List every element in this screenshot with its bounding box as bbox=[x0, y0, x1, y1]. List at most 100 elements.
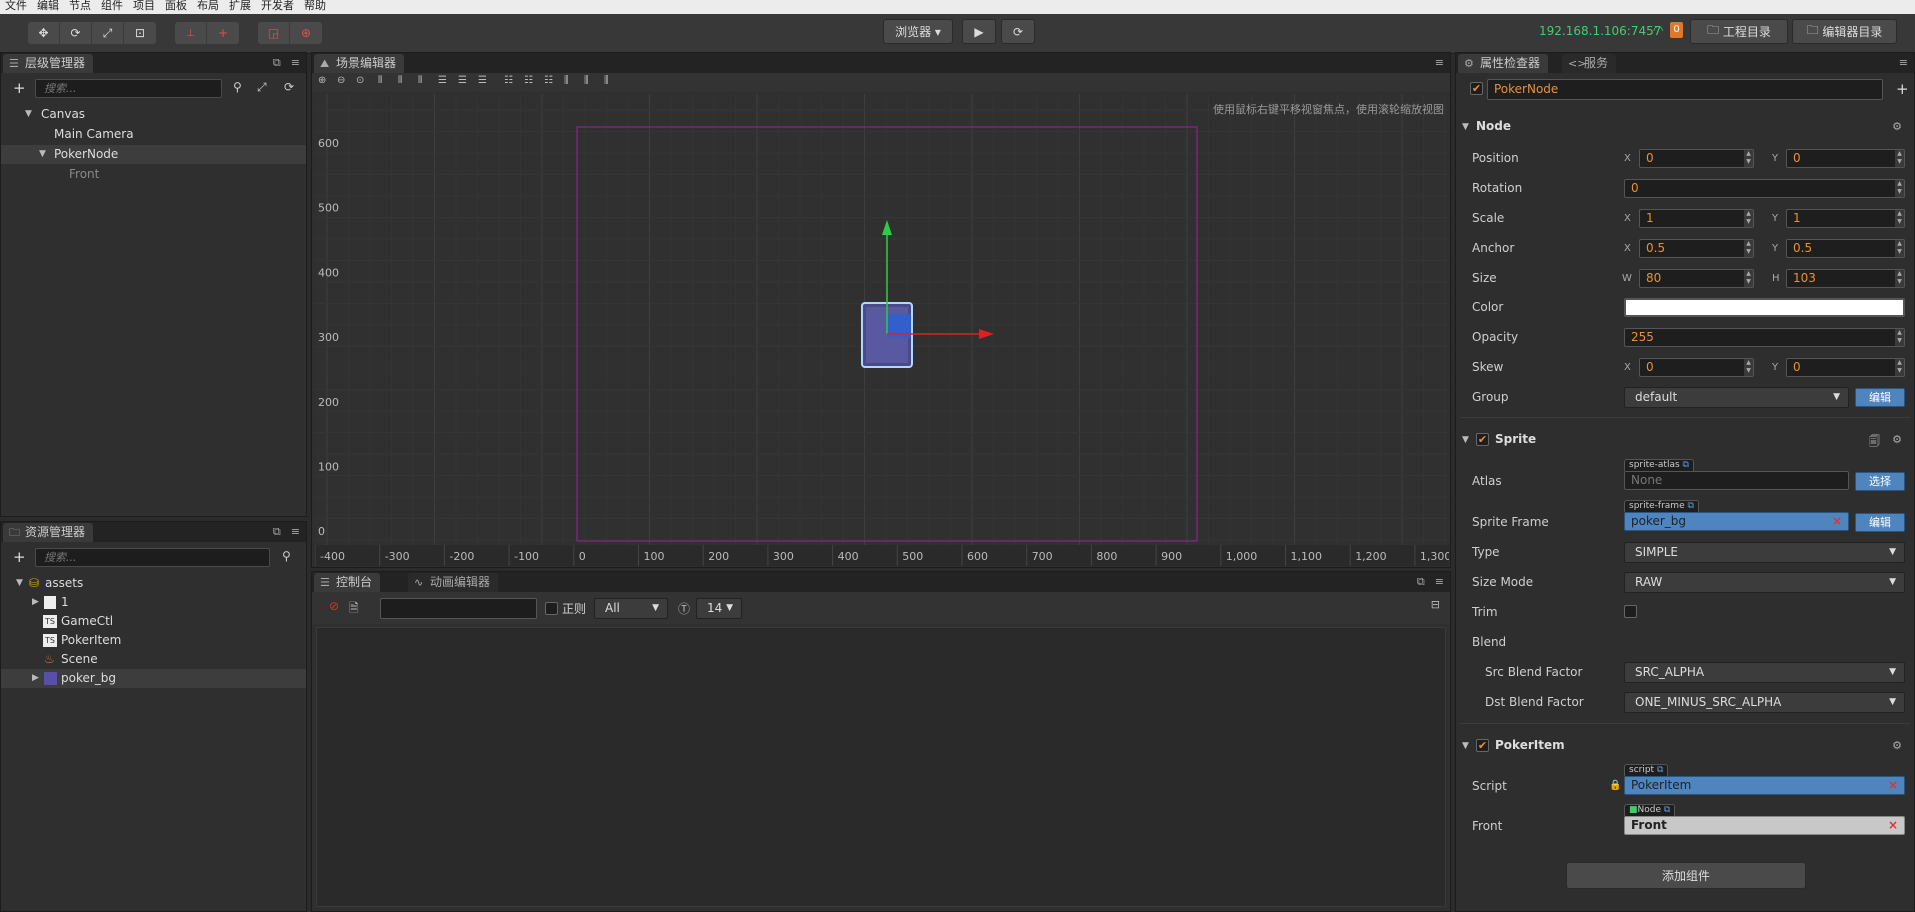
scene-viewport[interactable]: -400 -300 -200 -100 0 100 200 300 400 500 600 700 80… bbox=[315, 94, 1449, 566]
tree-node-pokernode[interactable]: ▼ PokerNode bbox=[1, 145, 306, 164]
rotate-tool-icon[interactable]: ⟳ bbox=[60, 22, 92, 44]
menu-item-9[interactable]: 帮助 bbox=[299, 0, 331, 14]
sprite-frame-edit-button[interactable]: 编辑 bbox=[1855, 513, 1905, 532]
tab-scene[interactable]: ⛰ 场景编辑器 bbox=[314, 54, 405, 73]
search-icon[interactable]: ⚲ bbox=[233, 80, 242, 94]
section-collapse-icon[interactable]: ▼ bbox=[1462, 435, 1469, 445]
tab-console[interactable]: ☰ 控制台 bbox=[314, 573, 381, 592]
align-left-icon[interactable]: ⫴ bbox=[378, 75, 382, 86]
add-component-button[interactable]: 添加组件 bbox=[1566, 862, 1806, 889]
distribute-left-icon[interactable]: ⫼ bbox=[564, 75, 569, 86]
asset-item-poker-bg[interactable]: ▶ poker_bg bbox=[1, 669, 306, 688]
add-node-button[interactable]: + bbox=[13, 79, 26, 97]
align-right-icon[interactable]: ⫴ bbox=[418, 75, 422, 86]
asset-item-1[interactable]: ▶ 1 bbox=[1, 593, 306, 612]
menu-item-8[interactable]: 开发者 bbox=[256, 0, 299, 14]
assets-search-input[interactable]: 搜索... bbox=[35, 548, 270, 567]
regex-checkbox[interactable] bbox=[545, 601, 558, 615]
doc-icon[interactable]: 🗐 bbox=[1869, 433, 1880, 452]
type-select[interactable]: SIMPLE ▼ bbox=[1624, 542, 1905, 563]
script-input[interactable]: PokerItem × bbox=[1624, 776, 1905, 795]
group-select[interactable]: default ▼ bbox=[1624, 387, 1849, 408]
zoom-in-icon[interactable]: ⊕ bbox=[318, 75, 326, 86]
size-mode-select[interactable]: RAW ▼ bbox=[1624, 572, 1905, 593]
console-filter-input[interactable] bbox=[380, 598, 537, 619]
popout-icon[interactable]: ⧉ bbox=[273, 56, 281, 70]
align-top-icon[interactable]: ☰ bbox=[438, 75, 447, 86]
zoom-reset-icon[interactable]: ⊙ bbox=[356, 75, 364, 86]
menu-icon[interactable]: ≡ bbox=[1899, 56, 1908, 69]
browser-select[interactable]: 浏览器 ▾ bbox=[883, 19, 953, 44]
add-asset-button[interactable]: + bbox=[13, 548, 26, 566]
rotation-input[interactable]: 0 ▲ ▼ bbox=[1624, 179, 1905, 198]
node-name-input[interactable]: PokerNode bbox=[1487, 79, 1883, 100]
popout-icon[interactable]: ⧉ bbox=[1417, 575, 1425, 589]
tab-assets[interactable]: 🗀 资源管理器 bbox=[3, 523, 94, 542]
clear-icon[interactable]: × bbox=[1888, 817, 1898, 834]
menu-item-7[interactable]: 扩展 bbox=[224, 0, 256, 14]
position-x-input[interactable]: 0 ▲ ▼ bbox=[1639, 149, 1754, 168]
font-size-select[interactable]: 14 ▼ bbox=[696, 598, 742, 619]
menu-icon[interactable]: ≡ bbox=[1435, 575, 1444, 589]
search-icon[interactable]: ⚲ bbox=[282, 549, 291, 563]
zoom-out-icon[interactable]: ⊖ bbox=[337, 75, 345, 86]
dst-blend-select[interactable]: ONE_MINUS_SRC_ALPHA ▼ bbox=[1624, 692, 1905, 713]
anchor-x-input[interactable]: 0.5 ▲ ▼ bbox=[1639, 239, 1754, 258]
expand-arrow-icon[interactable]: ▼ bbox=[39, 145, 46, 164]
notification-count[interactable]: 0 bbox=[1670, 22, 1683, 38]
scale-x-input[interactable]: 1 ▲ ▼ bbox=[1639, 209, 1754, 228]
distribute-vcenter-icon[interactable]: ☷ bbox=[524, 75, 533, 86]
popout-icon[interactable]: ⧉ bbox=[273, 525, 281, 539]
collapse-arrow-icon[interactable]: ▶ bbox=[32, 593, 39, 612]
tree-node-canvas[interactable]: ▼ Canvas bbox=[1, 105, 306, 124]
atlas-select-button[interactable]: 选择 bbox=[1855, 472, 1905, 491]
distribute-bottom-icon[interactable]: ☷ bbox=[544, 75, 553, 86]
expand-arrow-icon[interactable]: ▼ bbox=[25, 105, 32, 124]
skew-x-input[interactable]: 0 ▲ ▼ bbox=[1639, 358, 1754, 377]
collapse-arrow-icon[interactable]: ▶ bbox=[32, 669, 39, 688]
expand-icon[interactable]: ⤢ bbox=[257, 80, 267, 95]
front-input[interactable]: Front × bbox=[1624, 816, 1905, 835]
hierarchy-search-input[interactable]: 搜索... bbox=[35, 79, 222, 98]
play-button[interactable]: ▶ bbox=[962, 19, 996, 44]
align-bottom-icon[interactable]: ☰ bbox=[478, 75, 487, 86]
color-swatch[interactable] bbox=[1624, 298, 1905, 317]
pokeritem-enabled-checkbox[interactable]: ✔ bbox=[1476, 738, 1489, 752]
global-icon[interactable]: ⊕ bbox=[290, 22, 322, 44]
gear-icon[interactable]: ⚙ bbox=[1892, 739, 1902, 752]
anchor-y-input[interactable]: 0.5 ▲ ▼ bbox=[1786, 239, 1905, 258]
clear-icon[interactable]: × bbox=[1888, 777, 1898, 794]
gear-icon[interactable]: ⚙ bbox=[1892, 120, 1902, 133]
scale-tool-icon[interactable]: ⤢ bbox=[92, 22, 124, 44]
menu-icon[interactable]: ≡ bbox=[291, 525, 300, 539]
log-file-icon[interactable]: 🗎 bbox=[349, 599, 359, 620]
pivot-icon[interactable]: ⊥ bbox=[175, 22, 207, 44]
tab-hierarchy[interactable]: ☰ 层级管理器 bbox=[3, 54, 94, 73]
refresh-button[interactable]: ⟳ bbox=[1001, 19, 1035, 44]
menu-icon[interactable]: ≡ bbox=[291, 56, 300, 70]
distribute-right-icon[interactable]: ⫼ bbox=[604, 75, 609, 86]
menu-item-2[interactable]: 节点 bbox=[64, 0, 96, 14]
collapse-icon[interactable]: ⊟ bbox=[1431, 598, 1440, 611]
menu-item-5[interactable]: 面板 bbox=[160, 0, 192, 14]
menu-item-1[interactable]: 编辑 bbox=[32, 0, 64, 14]
sprite-frame-input[interactable]: poker_bg × bbox=[1624, 512, 1849, 531]
scale-y-input[interactable]: 1 ▲ ▼ bbox=[1786, 209, 1905, 228]
menu-item-3[interactable]: 组件 bbox=[96, 0, 128, 14]
asset-folder-assets[interactable]: ▼ ⛁ assets bbox=[1, 574, 306, 593]
editor-dir-button[interactable]: 🗀 编辑器目录 bbox=[1792, 19, 1897, 44]
local-icon[interactable]: ◲ bbox=[258, 22, 290, 44]
move-tool-icon[interactable]: ✥ bbox=[28, 22, 60, 44]
menu-item-6[interactable]: 布局 bbox=[192, 0, 224, 14]
align-vcenter-icon[interactable]: ☰ bbox=[458, 75, 467, 86]
center-icon[interactable]: + bbox=[207, 22, 239, 44]
section-collapse-icon[interactable]: ▼ bbox=[1462, 741, 1469, 751]
clear-icon[interactable]: ⊘ bbox=[329, 599, 339, 613]
sprite-enabled-checkbox[interactable]: ✔ bbox=[1476, 432, 1489, 446]
refresh-icon[interactable]: ⟳ bbox=[284, 80, 294, 94]
opacity-input[interactable]: 255 ▲ ▼ bbox=[1624, 328, 1905, 347]
trim-checkbox[interactable] bbox=[1624, 604, 1637, 618]
tab-service[interactable]: <> 服务 bbox=[1562, 54, 1617, 73]
project-dir-button[interactable]: 🗀 工程目录 bbox=[1690, 19, 1788, 44]
distribute-top-icon[interactable]: ☷ bbox=[504, 75, 513, 86]
